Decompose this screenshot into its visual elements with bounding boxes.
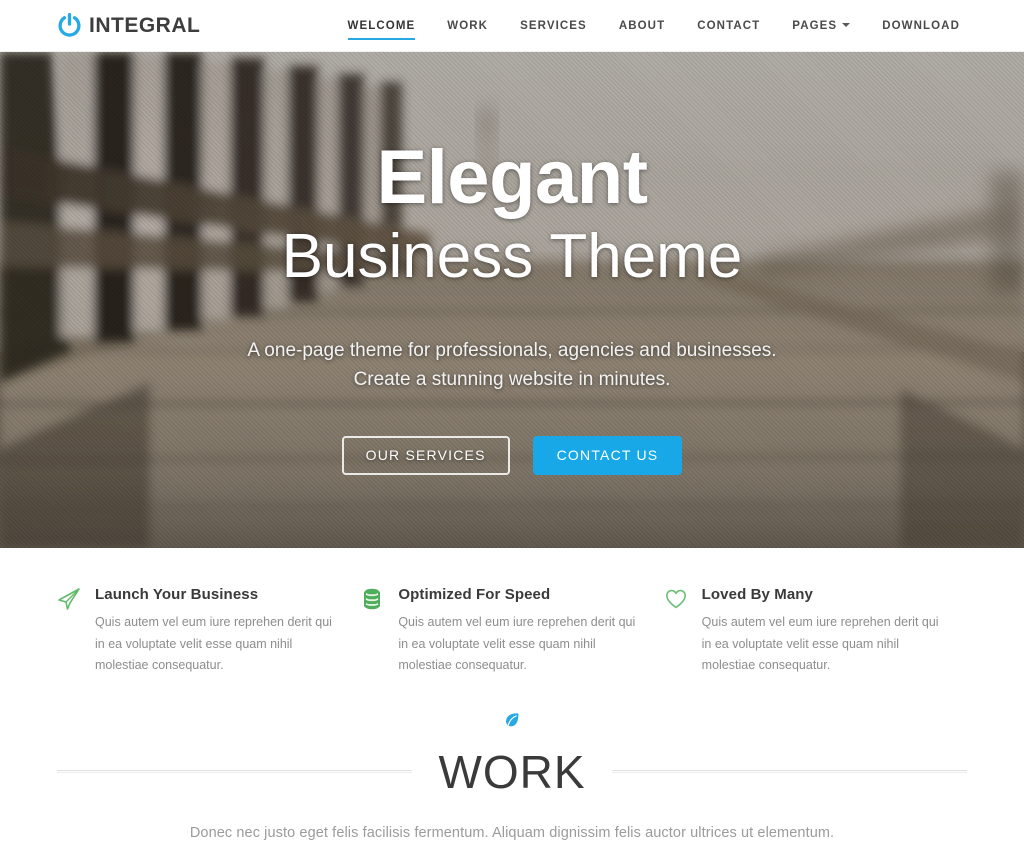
- feature-title: Optimized For Speed: [398, 586, 551, 603]
- hero-title-line2: Business Theme: [281, 222, 743, 291]
- feature-card-optimized-for-speed: Optimized For Speed Quis autem vel eum i…: [360, 586, 663, 677]
- feature-card-launch-your-business: Launch Your Business Quis autem vel eum …: [57, 586, 360, 677]
- nav-link-work[interactable]: WORK: [431, 14, 504, 38]
- feature-text: Quis autem vel eum iure reprehen derit q…: [701, 615, 939, 672]
- main-navigation: WELCOME WORK SERVICES ABOUT CONTACT PAGE…: [332, 14, 976, 40]
- features-section: Launch Your Business Quis autem vel eum …: [0, 548, 1024, 677]
- site-header: INTEGRAL WELCOME WORK SERVICES ABOUT CON…: [0, 0, 1024, 52]
- hero-subtitle: A one-page theme for professionals, agen…: [247, 336, 776, 395]
- nav-link-pages[interactable]: PAGES: [776, 14, 866, 38]
- nav-active-underline: [347, 37, 416, 40]
- nav-link-about[interactable]: ABOUT: [603, 14, 681, 38]
- power-icon: [57, 13, 82, 38]
- our-services-button[interactable]: OUR SERVICES: [341, 435, 510, 475]
- feature-body: Optimized For Speed Quis autem vel eum i…: [398, 586, 663, 677]
- nav-link-download[interactable]: DOWNLOAD: [866, 14, 976, 38]
- brand-name: INTEGRAL: [89, 13, 201, 37]
- feature-card-loved-by-many: Loved By Many Quis autem vel eum iure re…: [664, 586, 967, 677]
- nav-item-pages[interactable]: PAGES: [776, 14, 866, 38]
- hero-subtitle-line2: Create a stunning website in minutes.: [353, 369, 671, 391]
- nav-item-welcome[interactable]: WELCOME: [332, 14, 432, 40]
- hero-content: Elegant Business Theme A one-page theme …: [0, 52, 1024, 548]
- nav-link-contact[interactable]: CONTACT: [681, 14, 776, 38]
- divider-left: [57, 770, 413, 773]
- leaf-icon: [0, 711, 1024, 733]
- contact-us-button[interactable]: CONTACT US: [532, 435, 683, 475]
- hero-cta-group: OUR SERVICES CONTACT US: [341, 435, 683, 475]
- feature-text: Quis autem vel eum iure reprehen derit q…: [95, 615, 332, 672]
- work-section: WORK Donec nec justo eget felis facilisi…: [0, 677, 1024, 841]
- heart-icon: [664, 587, 688, 613]
- nav-item-download[interactable]: DOWNLOAD: [866, 14, 976, 38]
- feature-title: Loved By Many: [701, 586, 813, 603]
- hero-subtitle-line1: A one-page theme for professionals, agen…: [247, 340, 777, 361]
- feature-text: Quis autem vel eum iure reprehen derit q…: [398, 615, 636, 672]
- brand-logo[interactable]: INTEGRAL: [57, 13, 200, 38]
- feature-body: Launch Your Business Quis autem vel eum …: [95, 586, 360, 677]
- chevron-down-icon: [842, 23, 851, 28]
- nav-link-services[interactable]: SERVICES: [504, 14, 603, 38]
- work-heading-row: WORK: [0, 745, 1024, 799]
- feature-body: Loved By Many Quis autem vel eum iure re…: [702, 586, 967, 677]
- nav-item-services[interactable]: SERVICES: [504, 14, 603, 38]
- nav-item-contact[interactable]: CONTACT: [681, 14, 776, 38]
- hero-title-line1: Elegant: [376, 135, 649, 220]
- nav-item-about[interactable]: ABOUT: [603, 14, 681, 38]
- nav-link-welcome[interactable]: WELCOME: [332, 14, 432, 38]
- divider-right: [611, 770, 968, 773]
- nav-item-work[interactable]: WORK: [431, 14, 504, 38]
- work-subtitle: Donec nec justo eget felis facilisis fer…: [189, 824, 835, 841]
- paper-plane-icon: [57, 587, 81, 613]
- hero-section: Elegant Business Theme A one-page theme …: [0, 52, 1024, 548]
- nav-link-pages-label: PAGES: [792, 19, 838, 32]
- database-icon: [360, 587, 384, 613]
- feature-title: Launch Your Business: [95, 586, 259, 603]
- work-title: WORK: [438, 745, 586, 798]
